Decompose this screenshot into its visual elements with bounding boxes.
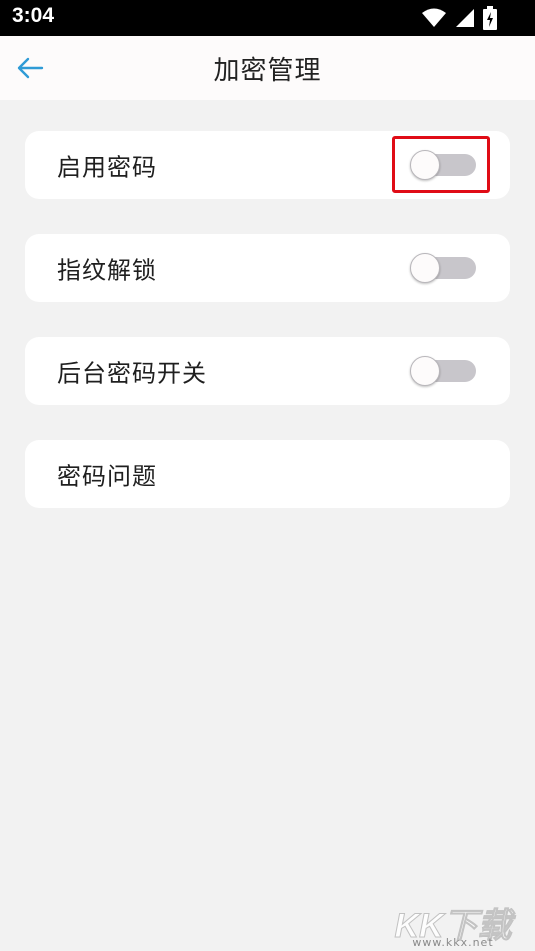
- setting-label: 指纹解锁: [57, 256, 157, 285]
- setting-fingerprint-unlock[interactable]: 指纹解锁: [25, 234, 510, 302]
- watermark: KK下载 www.kkx.net: [393, 898, 513, 950]
- toggle-thumb: [410, 356, 440, 386]
- setting-label: 后台密码开关: [57, 359, 207, 388]
- watermark-url: www.kkx.net: [412, 936, 494, 949]
- toggle-thumb: [410, 253, 440, 283]
- status-bar: 3:04: [0, 0, 535, 36]
- setting-background-password[interactable]: 后台密码开关: [25, 337, 510, 405]
- status-time: 3:04: [12, 4, 55, 27]
- enable-password-toggle[interactable]: [410, 150, 476, 180]
- setting-enable-password[interactable]: 启用密码: [25, 131, 510, 199]
- fingerprint-unlock-toggle[interactable]: [410, 253, 476, 283]
- page-title: 加密管理: [213, 56, 322, 86]
- setting-password-question[interactable]: 密码问题: [25, 440, 510, 508]
- background-password-toggle[interactable]: [410, 356, 476, 386]
- toggle-thumb: [410, 150, 440, 180]
- setting-label: 启用密码: [57, 153, 157, 182]
- signal-icon: [456, 9, 474, 27]
- battery-icon: [483, 6, 497, 30]
- status-icons: [421, 6, 497, 30]
- wifi-icon: [422, 8, 446, 27]
- settings-list: 启用密码 指纹解锁 后台密码开关 密码问题: [25, 131, 510, 543]
- app-bar: 加密管理: [0, 36, 535, 100]
- setting-label: 密码问题: [57, 462, 157, 491]
